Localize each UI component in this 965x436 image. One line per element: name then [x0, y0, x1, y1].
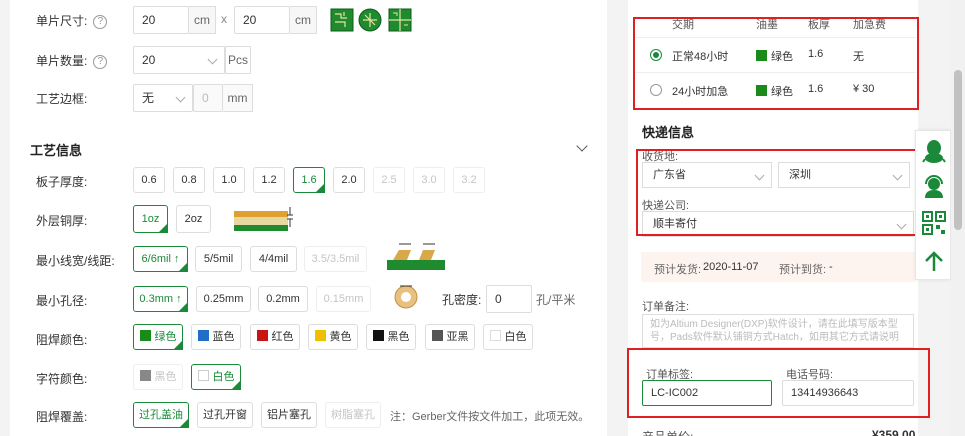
via-cover-option[interactable]: 过孔开窗 [197, 402, 253, 428]
mask-color-option[interactable]: 白色 [483, 324, 533, 350]
product-price-value: ¥359.00 [872, 428, 916, 436]
color-swatch [431, 330, 443, 341]
qq-icon[interactable] [920, 137, 948, 165]
mask-color-option[interactable]: 黄色 [308, 324, 358, 350]
color-swatch [372, 330, 384, 341]
via-cover-label: 阻焊覆盖: [36, 410, 88, 424]
silk-color-option-disabled[interactable]: 黑色 [133, 364, 183, 390]
hole-illustration [394, 285, 418, 309]
via-cover-option-selected[interactable]: 过孔盖油 [133, 402, 189, 428]
color-swatch [197, 330, 209, 341]
board-height-unit: cm [290, 6, 317, 34]
board-height-input[interactable]: 20 [234, 6, 290, 34]
thickness-option[interactable]: 1.2 [253, 167, 285, 193]
thickness-option[interactable]: 0.6 [133, 167, 165, 193]
thickness-option-disabled[interactable]: 3.2 [453, 167, 485, 193]
remark-label: 订单备注: [642, 301, 690, 313]
annotation-box [636, 149, 923, 236]
thickness-option-disabled[interactable]: 2.5 [373, 167, 405, 193]
thickness-label: 板子厚度: [36, 175, 88, 189]
frame-mm-input[interactable]: 0 [193, 84, 223, 112]
trace-option[interactable]: 4/4mil [250, 246, 297, 272]
copper-layer-illustration [234, 207, 293, 231]
chevron-down-icon [175, 92, 186, 103]
mask-color-option-selected[interactable]: 绿色 [133, 324, 183, 350]
scrollbar-thumb[interactable] [954, 70, 962, 230]
mask-color-option[interactable]: 黑色 [366, 324, 416, 350]
help-icon[interactable]: ? [93, 54, 108, 69]
via-cover-note: 注：Gerber文件按文件加工，此项无效。 [390, 411, 590, 423]
thickness-option[interactable]: 2.0 [333, 167, 365, 193]
frame-mm-unit: mm [223, 84, 253, 112]
mask-color-option[interactable]: 亚黑 [425, 324, 475, 350]
board-width-input[interactable]: 20 [133, 6, 189, 34]
quantity-select[interactable]: 20 [133, 46, 225, 74]
mask-color-option[interactable]: 红色 [250, 324, 300, 350]
color-swatch [139, 330, 151, 341]
hole-option[interactable]: 0.2mm [258, 286, 308, 312]
thickness-option[interactable]: 1.0 [213, 167, 245, 193]
panel-layout-icons [330, 8, 412, 32]
hole-option[interactable]: 0.25mm [196, 286, 251, 312]
board-size-label: 单片尺寸:? [36, 12, 108, 29]
annotation-box [627, 348, 930, 418]
trace-option[interactable]: 5/5mil [195, 246, 242, 272]
side-toolbar [915, 130, 951, 280]
hole-density-unit: 孔/平米 [536, 293, 576, 307]
quantity-unit: Pcs [225, 46, 251, 74]
mask-color-label: 阻焊颜色: [36, 333, 88, 347]
copper-option[interactable]: 2oz [176, 205, 211, 233]
ship-date-label: 预计发货: [654, 264, 702, 276]
thickness-option-disabled[interactable]: 3.0 [413, 167, 445, 193]
thickness-option[interactable]: 0.8 [173, 167, 205, 193]
hole-option-selected[interactable]: 0.3mm ↑ [133, 286, 188, 312]
delivery-estimate: 预计发货: 2020-11-07 预计到货: - [641, 252, 915, 282]
quantity-label: 单片数量:? [36, 52, 108, 69]
product-price-label: 产品单价: [642, 428, 693, 436]
thickness-option-selected[interactable]: 1.6 [293, 167, 325, 193]
trace-width-illustration [387, 243, 445, 270]
service-icon[interactable] [920, 173, 948, 201]
frame-label: 工艺边框: [36, 92, 88, 106]
color-swatch [314, 330, 326, 341]
chevron-down-icon [207, 54, 218, 65]
annotation-box [633, 17, 919, 110]
color-swatch [489, 330, 501, 341]
board-width-unit: cm [189, 6, 216, 34]
arrive-date: - [829, 261, 833, 273]
remark-textarea[interactable]: 如为Altium Designer(DXP)软件设计，请在此填写版本型号，Pad… [642, 314, 914, 348]
trace-option-selected[interactable]: 6/6mil ↑ [133, 246, 188, 272]
hole-label: 最小孔径: [36, 294, 88, 308]
via-cover-option[interactable]: 铝片塞孔 [261, 402, 317, 428]
back-to-top-icon[interactable] [920, 247, 948, 275]
color-swatch [197, 370, 209, 381]
hole-option-disabled[interactable]: 0.15mm [316, 286, 371, 312]
copper-option-selected[interactable]: 1oz [133, 205, 168, 233]
ship-date: 2020-11-07 [703, 261, 759, 273]
times-sign: x [221, 12, 227, 26]
trace-option-disabled[interactable]: 3.5/3.5mil [304, 246, 367, 272]
copper-label: 外层铜厚: [36, 214, 88, 228]
silk-color-option-selected[interactable]: 白色 [191, 364, 241, 390]
hole-density-input[interactable]: 0 [486, 285, 532, 313]
frame-select[interactable]: 无 [133, 84, 193, 112]
color-swatch [139, 370, 151, 381]
hole-density-label: 孔密度: [442, 293, 482, 307]
section-title: 工艺信息 [30, 143, 83, 158]
help-icon[interactable]: ? [93, 14, 108, 29]
mask-color-option[interactable]: 蓝色 [191, 324, 241, 350]
via-cover-option-disabled[interactable]: 树脂塞孔 [325, 402, 381, 428]
color-swatch [256, 330, 268, 341]
trace-label: 最小线宽/线距: [36, 254, 115, 268]
qrcode-icon[interactable] [920, 209, 948, 237]
arrive-date-label: 预计到货: [779, 264, 827, 276]
shipping-title: 快递信息 [642, 125, 695, 140]
silk-color-label: 字符颜色: [36, 372, 88, 386]
